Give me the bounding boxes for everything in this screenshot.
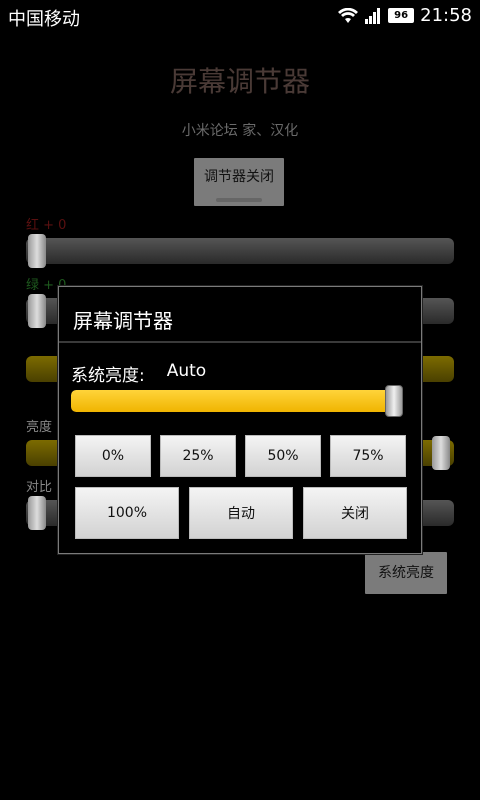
brightness-status: 系统亮度: Auto xyxy=(71,361,206,386)
system-brightness-button[interactable]: 系统亮度 xyxy=(365,552,447,594)
red-slider[interactable] xyxy=(26,234,454,268)
contrast-slider-thumb[interactable] xyxy=(28,496,46,530)
slider-track[interactable] xyxy=(71,390,401,412)
status-bar: 中国移动 96 21:58 xyxy=(0,0,480,32)
preset-25-button[interactable]: 25% xyxy=(160,435,236,477)
status-icons: 96 21:58 xyxy=(338,5,472,26)
signal-icon xyxy=(365,7,381,24)
brightness-bg-label: 亮度 xyxy=(26,420,53,435)
status-time: 21:58 xyxy=(420,5,472,26)
close-button[interactable]: 关闭 xyxy=(303,487,407,539)
close-adjuster-label: 调节器关闭 xyxy=(204,169,274,185)
wifi-icon xyxy=(338,7,359,23)
contrast-label: 对比 xyxy=(26,480,53,495)
red-slider-thumb[interactable] xyxy=(28,234,46,268)
carrier-name: 中国移动 xyxy=(8,9,80,30)
green-slider-thumb[interactable] xyxy=(28,294,46,328)
brightness-bg-thumb[interactable] xyxy=(432,436,450,470)
slider-thumb[interactable] xyxy=(385,385,403,417)
app-subtitle: 小米论坛 家、汉化 xyxy=(181,123,299,139)
system-brightness-label: 系统亮度 xyxy=(378,565,434,581)
dialog-title: 屏幕调节器 xyxy=(73,309,173,333)
app-title: 屏幕调节器 xyxy=(169,65,310,98)
dialog-divider xyxy=(59,341,421,343)
brightness-slider[interactable] xyxy=(71,385,409,417)
red-label: 红 + 0 xyxy=(26,218,67,233)
brightness-dialog: 屏幕调节器 系统亮度: Auto 0% 25% 50% 75% 100% 自动 … xyxy=(58,286,422,554)
close-adjuster-button[interactable]: 调节器关闭 xyxy=(194,158,284,206)
preset-100-button[interactable]: 100% xyxy=(75,487,179,539)
preset-0-button[interactable]: 0% xyxy=(75,435,151,477)
battery-icon: 96 xyxy=(388,8,415,23)
slider-fill xyxy=(71,390,394,412)
button-underline xyxy=(216,198,262,202)
brightness-label: 系统亮度: xyxy=(71,366,145,386)
brightness-value: Auto xyxy=(166,361,207,381)
preset-50-button[interactable]: 50% xyxy=(245,435,321,477)
auto-button[interactable]: 自动 xyxy=(189,487,293,539)
preset-75-button[interactable]: 75% xyxy=(330,435,406,477)
